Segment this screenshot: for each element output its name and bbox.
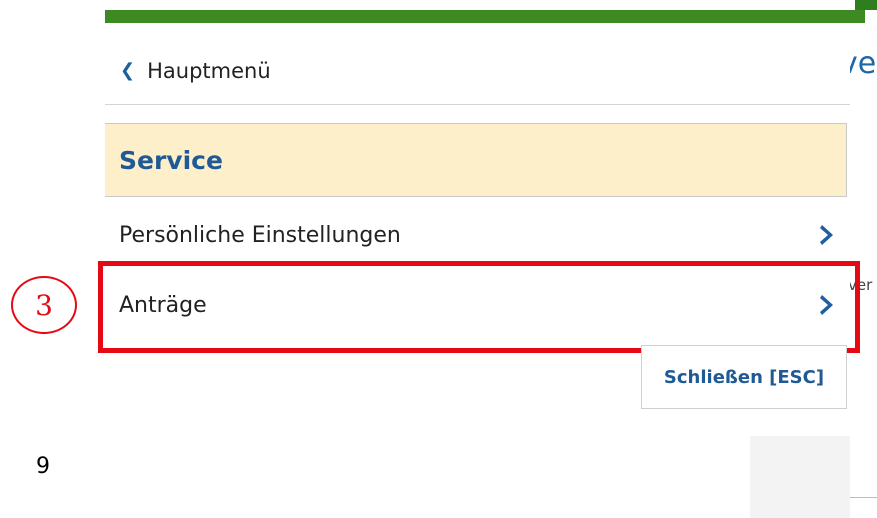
menu-divider xyxy=(105,104,850,105)
chevron-left-icon: ❮ xyxy=(120,60,136,81)
step-number-annotation: 3 xyxy=(11,276,77,334)
back-to-main-menu-link[interactable]: ❮ Hauptmenü xyxy=(120,56,271,86)
menu-top-bar xyxy=(105,10,865,23)
menu-item-label: Persönliche Einstellungen xyxy=(119,222,401,248)
menu-item-applications[interactable]: Anträge xyxy=(105,275,850,335)
background-text-fragment: ver xyxy=(848,276,873,294)
menu-item-label: Anträge xyxy=(119,292,207,318)
section-title: Service xyxy=(105,123,847,197)
back-link-label: Hauptmenü xyxy=(147,59,271,83)
close-button[interactable]: Schließen [ESC] xyxy=(641,345,847,409)
background-divider xyxy=(850,497,877,498)
background-header-bar xyxy=(855,0,877,10)
chevron-right-icon xyxy=(820,295,833,315)
page-number: 9 xyxy=(36,454,50,479)
chevron-right-icon xyxy=(820,225,833,245)
menu-item-personal-settings[interactable]: Persönliche Einstellungen xyxy=(105,205,850,265)
